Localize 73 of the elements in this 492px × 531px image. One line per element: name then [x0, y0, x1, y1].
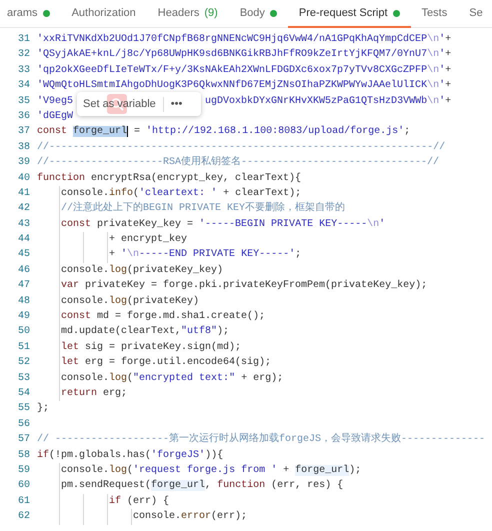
line-number: 59: [16, 464, 30, 478]
line-number: 46: [16, 264, 30, 278]
line-number: 31: [16, 33, 30, 47]
tab[interactable]: Tests: [410, 0, 458, 28]
line-number: 38: [16, 140, 30, 155]
tab[interactable]: Body: [228, 0, 288, 28]
code-line: if(!pm.globals.has('forgeJS')){: [37, 448, 224, 463]
code-line: console.log("encrypted text:" + erg);: [58, 370, 284, 386]
line-number: 41: [16, 186, 30, 201]
line-number: 44: [16, 233, 30, 248]
code-line: };: [37, 402, 50, 416]
line-number: 57: [16, 433, 30, 448]
tab[interactable]: Authorization: [60, 0, 147, 28]
line-number: 33: [16, 64, 30, 78]
line-number: 42: [16, 202, 30, 216]
code-line: //----------------------------------------------------------------//: [37, 140, 446, 155]
line-number: 35: [16, 94, 30, 109]
code-line: 'WQmQtoHLSmtmIAhgoDhUogK3P6QkwxNNfD67EMjZNsOIhaPZKWPWYwJAAelUlICK\n'+: [37, 78, 452, 94]
code-text: ugDVoxbkDYxGNrKHvXKW5zPaG1QTsHzD3VWWb\n'+: [205, 96, 452, 107]
line-number: 61: [16, 494, 30, 509]
code-line: md.update(clearText,"utf8");: [37, 324, 230, 340]
line-number: 39: [16, 156, 30, 170]
line-number: 51: [16, 340, 30, 355]
code-line: + '\n-----END PRIVATE KEY-----';: [37, 247, 302, 263]
code-line: + encrypt_key: [37, 232, 188, 248]
line-number: 55: [16, 402, 30, 416]
line-number: 60: [16, 479, 30, 494]
line-number: 43: [16, 218, 30, 232]
code-line: console.log('request forge.js from ' + forge_url);: [37, 462, 362, 478]
line-number: 32: [16, 48, 30, 62]
code-line: const md = forge.md.sha1.create();: [58, 309, 266, 324]
line-number: 49: [16, 310, 30, 324]
code-line: var privateKey = forge.pki.privateKeyFromPem(privateKey_key);: [37, 278, 428, 294]
more-button[interactable]: •••: [168, 96, 184, 112]
code-line: //-------------------RSA使用私钥签名-------------------------------//: [37, 155, 440, 170]
tab[interactable]: Pre-request Script: [288, 0, 411, 28]
code-line: 'xxRiTVNKdXb2UOd1J70fCNpfB68rgNNENcWC9Hjq6VwW4/nA1GPqKhAqYmpCdCEP\n'+: [37, 32, 452, 47]
line-number: 58: [16, 448, 30, 463]
code-text: 'V9eg5: [37, 96, 74, 107]
line-number: 50: [16, 325, 30, 340]
line-number: 54: [16, 386, 30, 401]
line-number: 53: [16, 372, 30, 386]
line-number: 34: [16, 79, 30, 94]
line-number: 48: [16, 294, 30, 309]
code-line: 'dGEgW: [37, 110, 74, 124]
code-line: console.log(privateKey): [37, 294, 200, 310]
code-line: const privateKey_key = '-----BEGIN PRIVATE KEY-----\n': [37, 216, 386, 232]
tab[interactable]: Headers (9): [146, 0, 229, 28]
code-line: if (err) {: [37, 494, 170, 510]
line-number: 36: [16, 110, 30, 124]
code-line: console.log(privateKey_key): [37, 262, 224, 278]
line-number: 45: [16, 248, 30, 262]
tab[interactable]: Se: [458, 0, 483, 28]
code-line: pm.sendRequest(forge_url, function (err, res) {: [37, 478, 344, 494]
tab[interactable]: arams: [0, 0, 61, 28]
code-line: return erg;: [37, 386, 128, 402]
line-number: 56: [16, 418, 30, 432]
code-line: // -------------------第一次运行时从网络加载forgeJS，会导致请求失败--------------: [37, 432, 486, 448]
line-number: 40: [16, 172, 30, 186]
code-line: function encryptRsa(encrypt_key, clearText){: [37, 172, 302, 186]
code-line: 'qp2okXGeeDfLIeTeWTx/F+y/3KsNAkEAh2XWnLFDGDXc6xox7p7yTVv8CXGcZPFP\n'+: [37, 64, 452, 78]
code-line: const forge_url = 'http://192.168.1.100:8083/upload/forge.js';: [37, 124, 410, 140]
code-line: console.info('cleartext: ' + clearText);: [37, 186, 302, 202]
line-number: 62: [16, 510, 30, 524]
line-number: 52: [16, 356, 30, 370]
code-line: 'QSyjAkAE+knL/j8c/Yp68UWpHK9sd6BNKGikRBJhFfRO9kZeIrtYjKFQM7/0YnU7\n'+: [37, 48, 452, 62]
line-number: 47: [16, 279, 30, 294]
line-number: 37: [16, 125, 30, 140]
code-line: let erg = forge.util.encode64(sig);: [37, 355, 272, 371]
code-line: console.error(err);: [37, 509, 248, 524]
code-line: let sig = privateKey.sign(md);: [37, 340, 242, 356]
set-as-variable-button[interactable]: Set as variable: [81, 96, 158, 112]
code-line: //注意此处上下的BEGIN PRIVATE KEY不要删除，框架自带的: [37, 201, 346, 217]
